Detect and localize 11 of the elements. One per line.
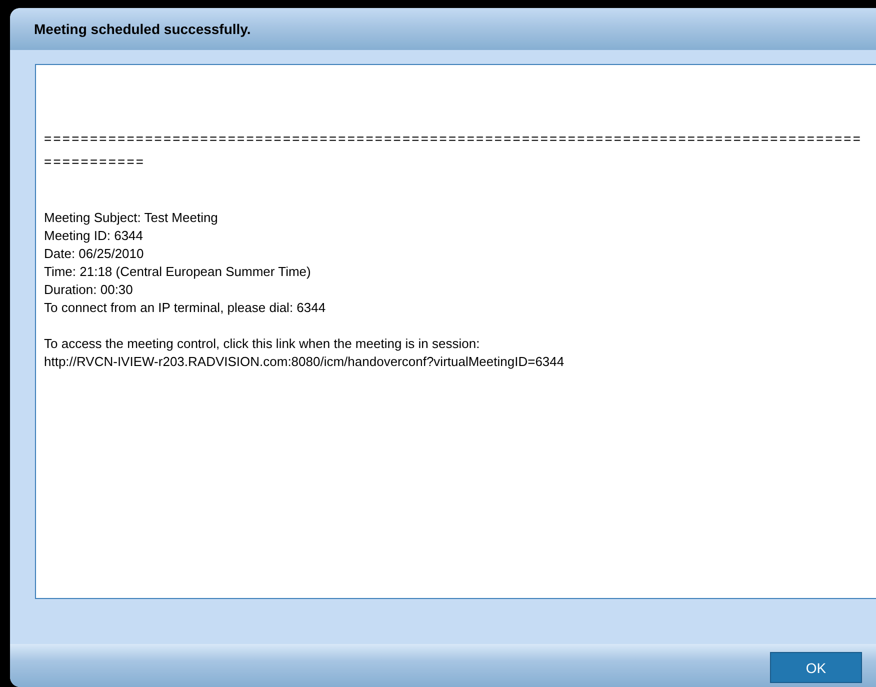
message-line: Time: 21:18 (Central European Summer Time) [44, 263, 312, 281]
message-line: Date: 06/25/2010 [44, 245, 145, 263]
ok-button[interactable]: OK [770, 652, 862, 683]
separator-line: ==================================================================================================== [44, 130, 864, 171]
message-line: Duration: 00:30 [44, 281, 134, 299]
message-line: Meeting Subject: Test Meeting [44, 209, 219, 227]
message-line: To connect from an IP terminal, please dial: 6344 [44, 299, 327, 317]
message-line: http://RVCN-IVIEW-r203.RADVISION.com:8080/icm/handoverconf?virtualMeetingID=6344 [44, 353, 566, 371]
dialog-title: Meeting scheduled successfully. [10, 8, 876, 50]
message-line: Meeting ID: 6344 [44, 227, 144, 245]
message-line: To access the meeting control, click this link when the meeting is in session: [44, 335, 481, 353]
